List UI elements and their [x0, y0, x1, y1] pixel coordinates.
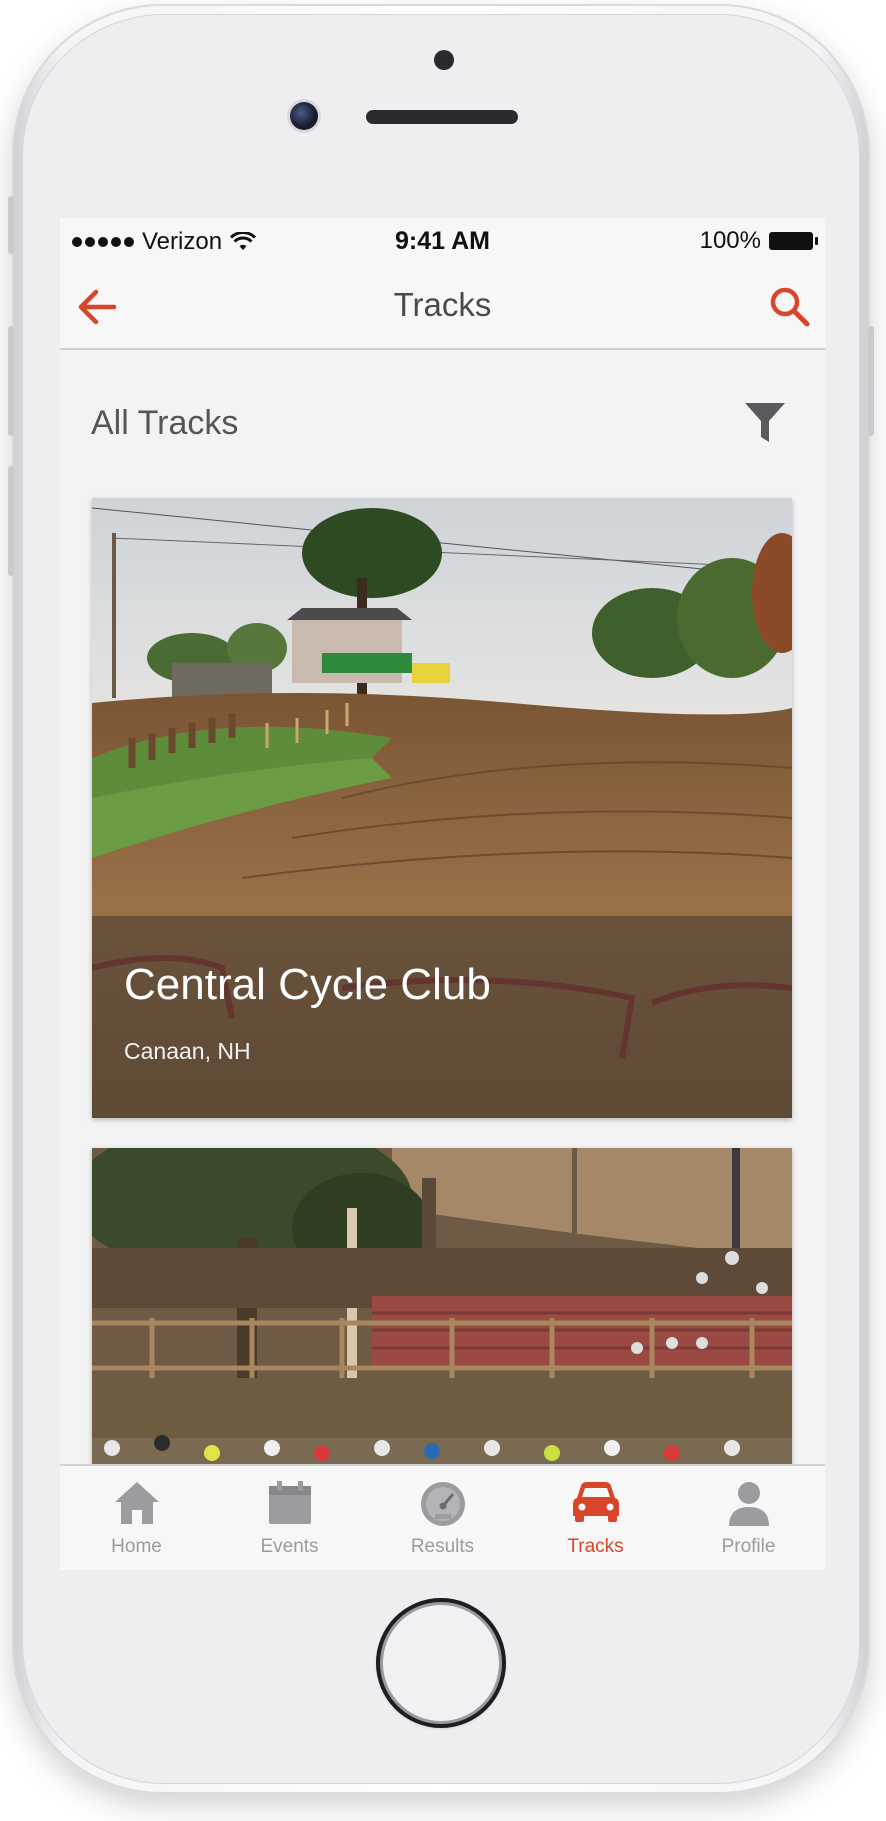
search-icon	[770, 287, 810, 327]
volume-up-button	[8, 326, 14, 436]
app-screen: Verizon 9:41 AM 100% Tracks All Tracks C…	[60, 218, 825, 1570]
proximity-sensor	[434, 50, 454, 70]
tab-results[interactable]: Results	[366, 1466, 519, 1570]
volume-down-button	[8, 466, 14, 576]
track-location: Canaan, NH	[124, 1038, 251, 1064]
section-title: All Tracks	[91, 404, 239, 442]
speedometer-icon	[420, 1482, 465, 1526]
track-name: Central Cycle Club	[124, 960, 491, 1009]
track-card[interactable]: Central Cycle Club Canaan, NH	[92, 498, 792, 1118]
search-button[interactable]	[765, 282, 815, 332]
filter-button[interactable]	[743, 400, 787, 446]
battery-icon	[769, 232, 818, 250]
page-title: Tracks	[393, 286, 492, 323]
front-camera	[290, 102, 318, 130]
battery-group: 100%	[699, 227, 818, 255]
home-button[interactable]	[376, 1598, 506, 1728]
calendar-icon	[268, 1481, 311, 1524]
tab-label: Events	[260, 1536, 319, 1557]
filter-icon	[745, 403, 785, 442]
tab-events[interactable]: Events	[213, 1466, 366, 1570]
tab-home[interactable]: Home	[60, 1466, 213, 1570]
silent-switch	[8, 196, 14, 254]
earpiece-speaker	[366, 110, 518, 124]
tab-label: Tracks	[567, 1536, 624, 1557]
power-button	[868, 326, 874, 436]
tab-label: Profile	[721, 1536, 776, 1557]
tab-label: Results	[410, 1536, 475, 1557]
battery-percent: 100%	[699, 227, 761, 254]
navigation-bar: Tracks	[60, 264, 825, 350]
person-icon	[728, 1482, 769, 1526]
status-bar: Verizon 9:41 AM 100%	[60, 218, 825, 264]
tab-label: Home	[111, 1536, 162, 1557]
card-caption-overlay	[92, 916, 792, 1118]
home-icon	[114, 1482, 159, 1524]
tab-tracks[interactable]: Tracks	[519, 1466, 672, 1570]
tab-bar: Home Events Results Tracks Profile	[60, 1464, 825, 1570]
car-icon	[572, 1482, 619, 1522]
tab-profile[interactable]: Profile	[672, 1466, 825, 1570]
